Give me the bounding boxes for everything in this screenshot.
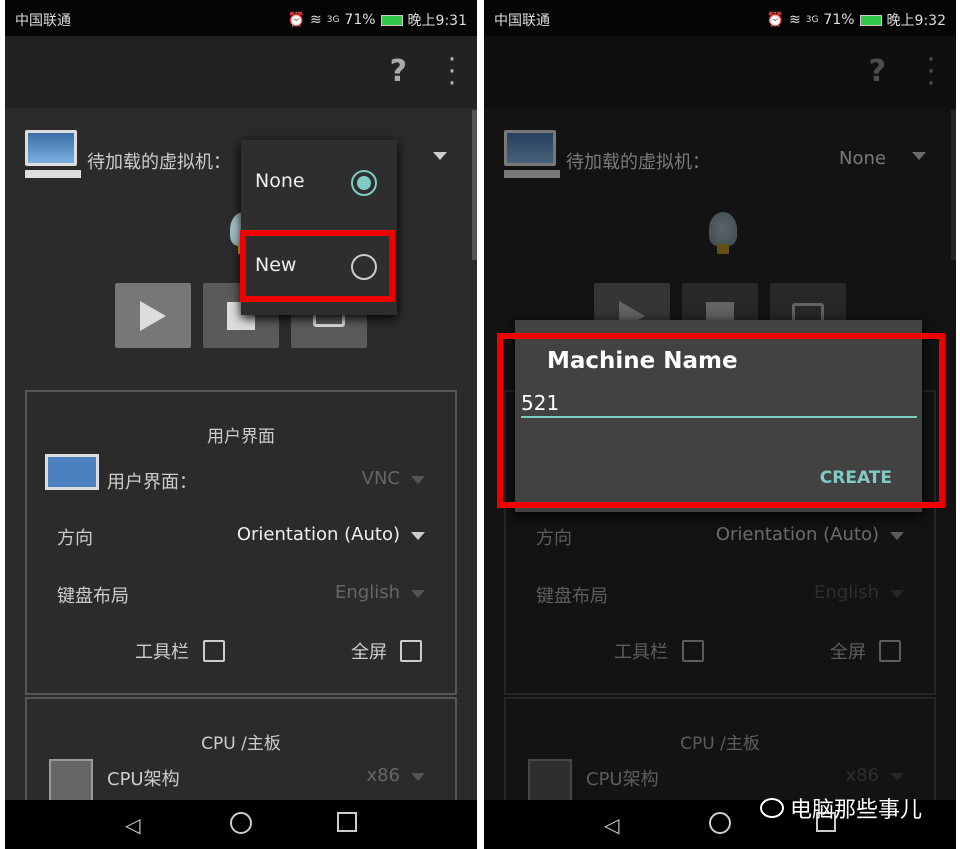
back-icon[interactable]: ◁ <box>125 813 140 837</box>
section-title: CPU /主板 <box>201 734 281 754</box>
toolbar-checkbox[interactable] <box>203 640 225 662</box>
ui-row: 用户界面： VNC <box>27 454 455 493</box>
action-bar: ? ··· <box>5 36 477 108</box>
display-icon <box>45 454 99 500</box>
toolbar-label: 工具栏 <box>135 642 189 663</box>
home-icon[interactable] <box>230 812 252 834</box>
fullscreen-label: 全屏 <box>351 642 387 663</box>
wifi-icon: ≋ <box>788 12 801 28</box>
ui-select[interactable]: VNC <box>362 468 400 489</box>
back-icon[interactable]: ◁ <box>604 813 619 837</box>
highlight-box <box>497 333 945 508</box>
computer-icon <box>504 130 560 182</box>
vm-value: None <box>839 148 886 169</box>
section-title: 用户界面 <box>207 427 275 447</box>
wechat-icon <box>760 798 784 818</box>
ui-label: 用户界面： <box>107 472 197 493</box>
alarm-icon: ⏰ <box>766 12 784 28</box>
computer-icon <box>25 130 81 182</box>
vm-selector[interactable]: 待加载的虚拟机： None <box>504 130 926 185</box>
status-bar: 中国联通 ⏰ ≋ 3G 71% 晚上9:32 <box>484 0 956 36</box>
battery-icon <box>859 14 882 26</box>
watermark-text: 电脑那些事儿 <box>790 798 923 823</box>
orientation-label: 方向 <box>57 528 93 549</box>
cpu-section: CPU /主板 CPU架构 x86 <box>25 697 457 817</box>
help-icon[interactable]: ? <box>390 54 407 89</box>
orientation-row: 方向 Orientation (Auto) <box>27 518 455 554</box>
cpu-arch-row: CPU架构 x86 <box>27 759 455 803</box>
keyboard-label: 键盘布局 <box>57 586 129 607</box>
carrier: 中国联通 <box>15 13 71 29</box>
option-label: None <box>255 170 305 192</box>
home-icon[interactable] <box>709 812 731 834</box>
option-none[interactable]: None <box>241 152 397 212</box>
chevron-down-icon[interactable] <box>411 532 425 540</box>
alarm-icon: ⏰ <box>287 12 305 28</box>
clock: 晚上9:31 <box>407 13 467 29</box>
battery-percent: 71% <box>823 12 855 28</box>
cpu-arch-select[interactable]: x86 <box>366 765 400 786</box>
ui-section: 用户界面 用户界面： VNC 方向 Orientation (Auto) 键盘布… <box>25 390 457 695</box>
start-button[interactable] <box>115 283 191 348</box>
signal-icon: 3G <box>805 15 819 25</box>
status-bar: 中国联通 ⏰ ≋ 3G 71% 晚上9:31 <box>5 0 477 36</box>
battery-icon <box>380 14 403 26</box>
vm-label: 待加载的虚拟机： <box>566 152 710 173</box>
highlight-box <box>240 230 395 302</box>
signal-icon: 3G <box>326 15 340 25</box>
carrier: 中国联通 <box>494 13 550 29</box>
watermark: 电脑那些事儿 <box>760 792 922 824</box>
clock: 晚上9:32 <box>886 13 946 29</box>
calculator-icon <box>49 759 93 803</box>
play-icon <box>140 301 166 331</box>
more-options-icon[interactable]: ··· <box>447 47 457 97</box>
phone-screen-right: 中国联通 ⏰≋3G71%晚上9:32 ? ··· 方向 Orientation … <box>484 0 956 849</box>
fullscreen-checkbox[interactable] <box>400 640 422 662</box>
scrollbar[interactable] <box>472 110 477 260</box>
chevron-down-icon[interactable] <box>912 152 926 160</box>
radio-selected-icon[interactable] <box>351 170 377 196</box>
chevron-down-icon[interactable] <box>433 152 447 160</box>
battery-percent: 71% <box>344 12 376 28</box>
keyboard-row: 键盘布局 English <box>27 576 455 612</box>
checkbox-row: 工具栏 全屏 <box>27 632 455 668</box>
vm-label: 待加载的虚拟机： <box>87 152 231 173</box>
cpu-arch-label: CPU架构 <box>107 769 180 790</box>
wifi-icon: ≋ <box>309 12 322 28</box>
nav-bar: ◁ <box>5 800 477 849</box>
keyboard-select[interactable]: English <box>335 582 400 603</box>
orientation-select[interactable]: Orientation (Auto) <box>237 524 400 545</box>
recents-icon[interactable] <box>337 812 357 832</box>
phone-screen-left: 中国联通 ⏰ ≋ 3G 71% 晚上9:31 ? · · · 待加载的虚拟机： 用户界面 用… <box>5 0 477 849</box>
